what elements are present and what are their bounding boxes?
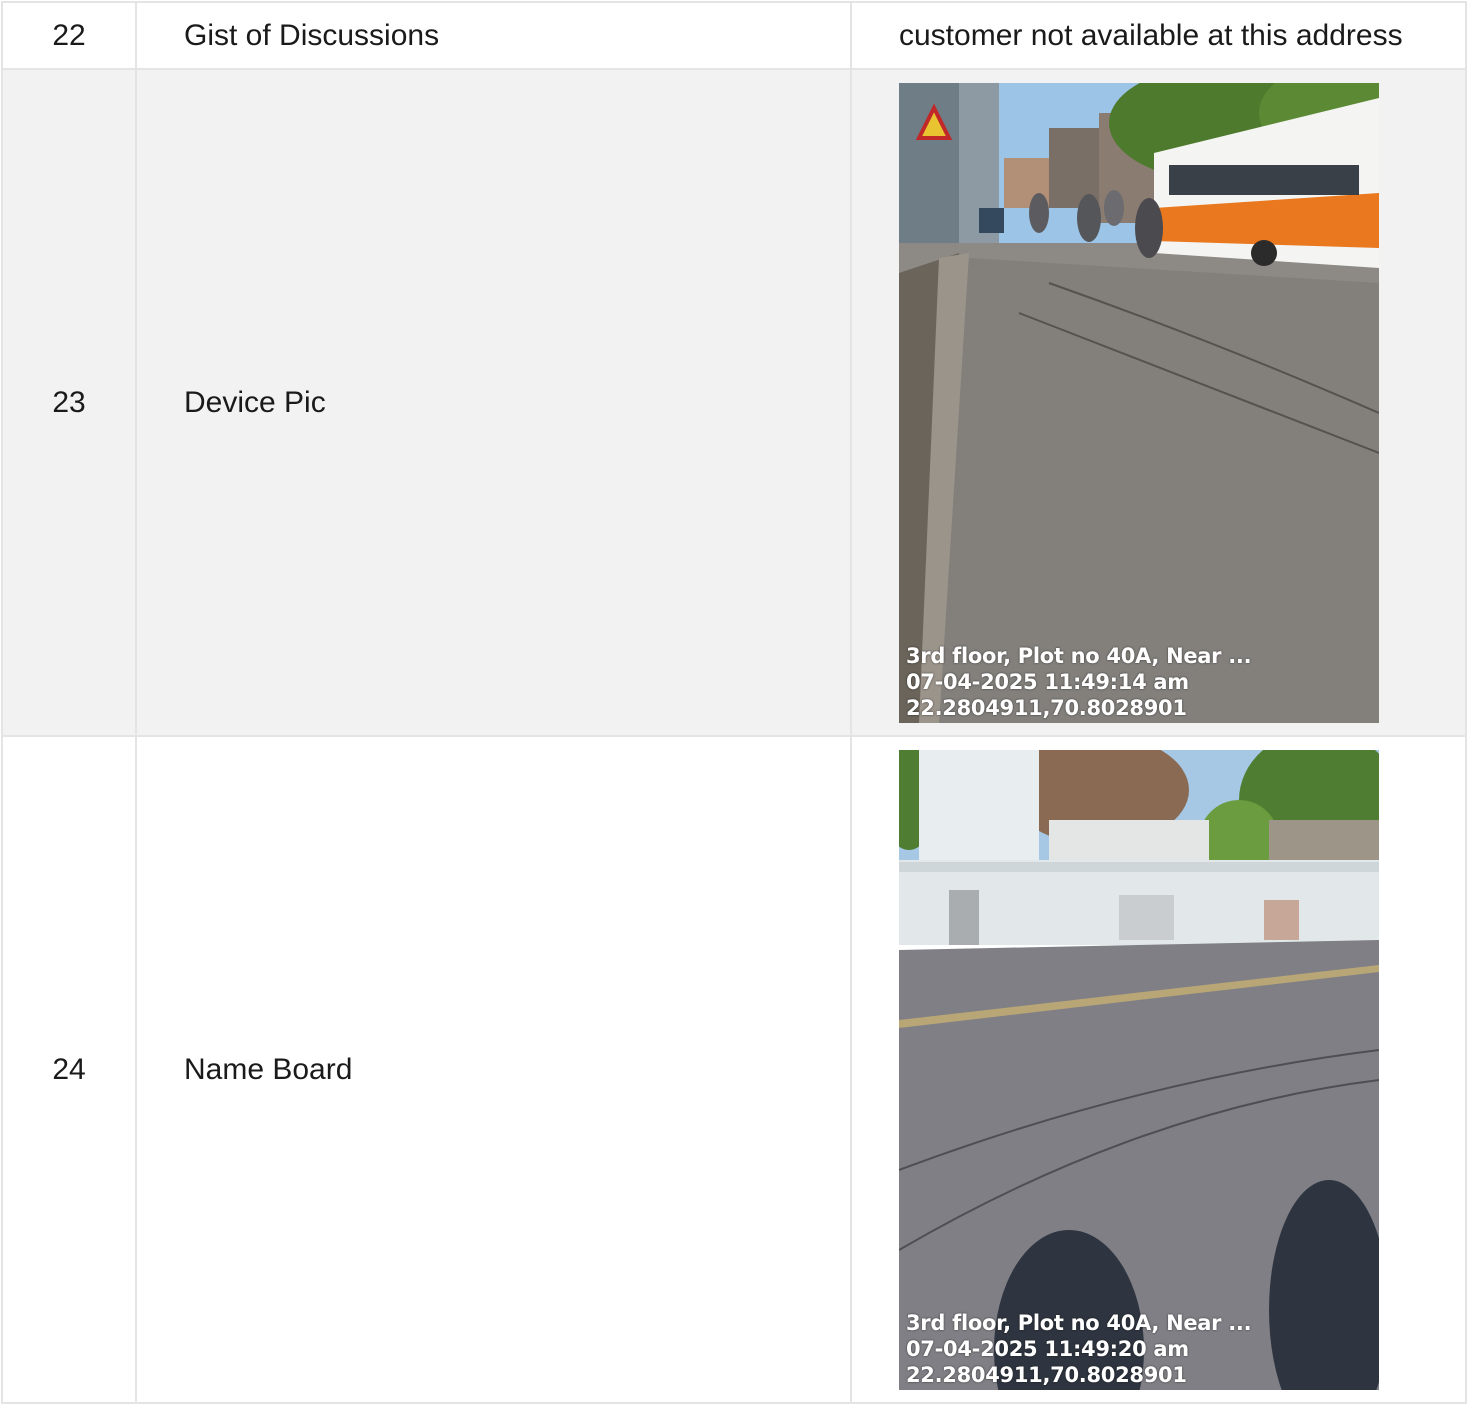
name-board-photo[interactable]: 3rd floor, Plot no 40A, Near ... 07-04-2… [899,749,1379,1390]
stamp-coords: 22.2804911,70.8028901 [906,1362,1187,1387]
stamp-address: 3rd floor, Plot no 40A, Near ... [906,1310,1252,1335]
photo-stamp: 3rd floor, Plot no 40A, Near ... 07-04-2… [906,643,1252,721]
row-number: 23 [1,68,137,737]
photo-stamp: 3rd floor, Plot no 40A, Near ... 07-04-2… [906,1310,1252,1388]
table-row: 23 Device Pic 3rd floor, Plot no 40A, Ne… [1,68,1467,737]
row-label: Gist of Discussions [135,1,852,70]
report-table: 22 Gist of Discussions customer not avai… [1,1,1467,1404]
stamp-datetime: 07-04-2025 11:49:20 am [906,1336,1189,1361]
stamp-address: 3rd floor, Plot no 40A, Near ... [906,643,1252,668]
street-bus-scene [899,82,1379,723]
street-walls-scene [899,749,1379,1390]
table-row: 22 Gist of Discussions customer not avai… [1,1,1467,70]
stamp-coords: 22.2804911,70.8028901 [906,695,1187,720]
table-row: 24 Name Board 3rd floor, Plot no 40A, Ne… [1,735,1467,1404]
row-photo-cell: 3rd floor, Plot no 40A, Near ... 07-04-2… [850,68,1467,737]
stamp-datetime: 07-04-2025 11:49:14 am [906,669,1189,694]
row-number: 24 [1,735,137,1404]
row-label: Device Pic [135,68,852,737]
row-value: customer not available at this address [850,1,1467,70]
device-photo[interactable]: 3rd floor, Plot no 40A, Near ... 07-04-2… [899,82,1379,723]
row-label: Name Board [135,735,852,1404]
row-number: 22 [1,1,137,70]
row-photo-cell: 3rd floor, Plot no 40A, Near ... 07-04-2… [850,735,1467,1404]
